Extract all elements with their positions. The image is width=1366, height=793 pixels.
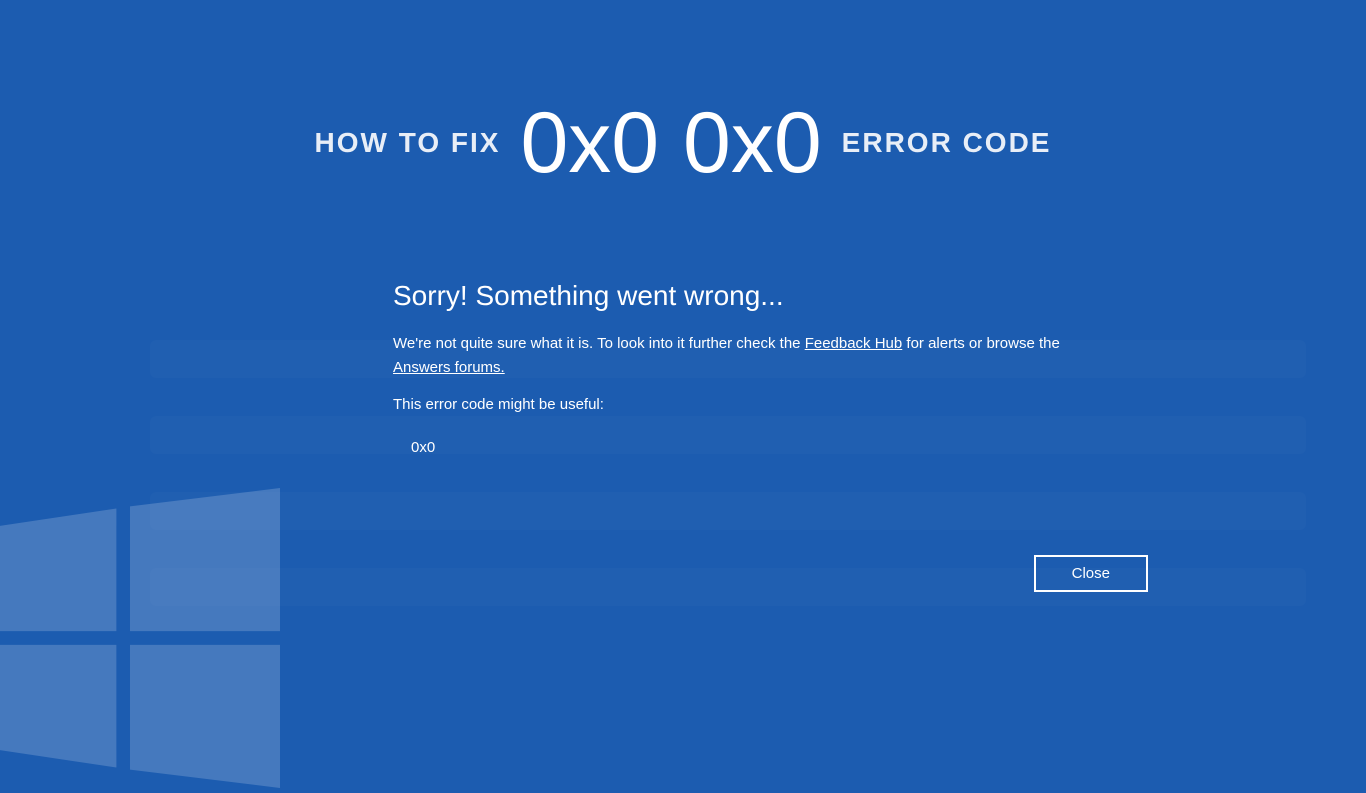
feedback-hub-link[interactable]: Feedback Hub xyxy=(805,335,903,352)
dialog-actions: Close xyxy=(1034,555,1148,592)
dialog-message: We're not quite sure what it is. To look… xyxy=(393,332,1073,380)
dialog-text-prefix: We're not quite sure what it is. To look… xyxy=(393,335,805,352)
title-left: HOW TO FIX xyxy=(315,127,501,159)
page-title: HOW TO FIX 0x0 0x0 ERROR CODE xyxy=(0,100,1366,186)
dialog-title: Sorry! Something went wrong... xyxy=(393,280,1073,312)
title-center: 0x0 0x0 xyxy=(520,100,821,186)
error-dialog: Sorry! Something went wrong... We're not… xyxy=(393,280,1073,456)
title-right: ERROR CODE xyxy=(842,127,1052,159)
error-code-value: 0x0 xyxy=(393,439,1073,456)
dialog-hint: This error code might be useful: xyxy=(393,396,1073,413)
windows-logo-icon xyxy=(0,488,280,788)
close-button[interactable]: Close xyxy=(1034,555,1148,592)
answers-forums-link[interactable]: Answers forums. xyxy=(393,359,505,376)
dialog-text-mid: for alerts or browse the xyxy=(902,335,1060,352)
